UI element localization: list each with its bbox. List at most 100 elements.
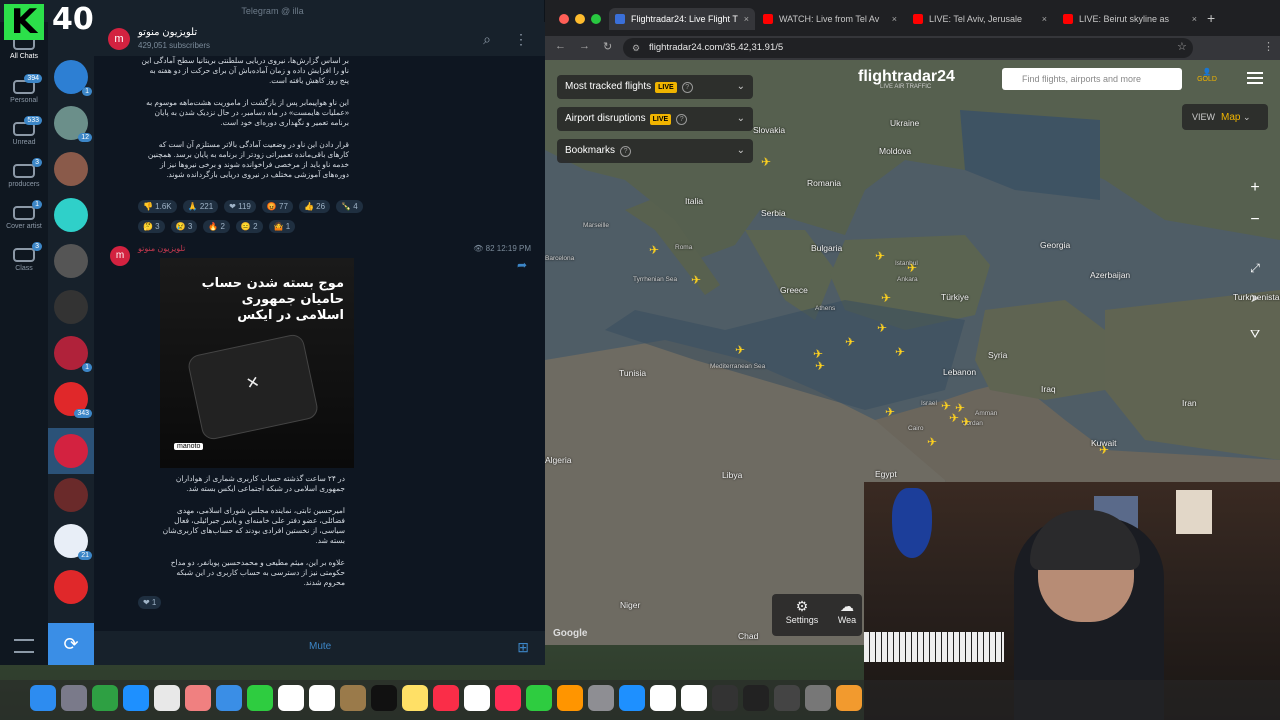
close-tab-icon[interactable]: × <box>744 8 749 30</box>
zoom-out-icon[interactable]: − <box>1243 208 1267 232</box>
gift-icon[interactable]: ⊞ <box>517 639 529 656</box>
aircraft-icon[interactable]: ✈ <box>845 336 855 348</box>
app-icon[interactable] <box>92 685 118 711</box>
help-icon[interactable]: ? <box>676 114 688 125</box>
more-icon[interactable]: ⋮ <box>513 31 529 47</box>
folder-class[interactable]: 3 Class <box>0 242 48 272</box>
apple-tv-icon[interactable] <box>371 685 397 711</box>
airport-disruptions-panel[interactable]: Airport disruptions LIVE? ⌄ <box>557 107 753 131</box>
safari-icon[interactable] <box>123 685 149 711</box>
refresh-icon[interactable]: ⟳ <box>48 623 94 665</box>
freeform-icon[interactable] <box>309 685 335 711</box>
post-image[interactable]: موج بسته شدن حساب حامیان جمهوری اسلامی د… <box>160 258 354 468</box>
reaction-chip[interactable]: 🤔 3 <box>138 220 165 233</box>
channel-header[interactable]: m تلویزیون منوتو 429,051 subscribers ⌕ ⋮ <box>94 22 545 56</box>
url-field[interactable]: ⚙ flightradar24.com/35.42,31.91/5 <box>623 38 1193 58</box>
app-icon[interactable] <box>836 685 862 711</box>
chat-avatar[interactable]: 343 <box>54 382 92 418</box>
numbers-icon[interactable] <box>526 685 552 711</box>
chat-avatar[interactable] <box>54 198 88 232</box>
post-author[interactable]: تلویزیون منوتو <box>138 244 185 253</box>
settings-sliders-icon[interactable] <box>14 639 34 653</box>
chat-avatar[interactable]: 12 <box>54 106 92 142</box>
mute-button[interactable]: Mute <box>309 641 331 652</box>
post-author-avatar[interactable]: m <box>110 246 130 266</box>
aircraft-icon[interactable]: ✈ <box>1099 444 1109 456</box>
aircraft-icon[interactable]: ✈ <box>907 262 917 274</box>
forward-icon[interactable]: → <box>579 40 590 52</box>
bookmarks-panel[interactable]: Bookmarks? ⌄ <box>557 139 753 163</box>
most-tracked-panel[interactable]: Most tracked flights LIVE? ⌄ <box>557 75 753 99</box>
settings-button[interactable]: ⚙ Settings <box>782 598 822 625</box>
reaction-chip[interactable]: 🙏 221 <box>182 200 219 213</box>
aircraft-icon[interactable]: ✈ <box>877 322 887 334</box>
reaction-chip[interactable]: 👎 1.6K <box>138 200 177 213</box>
aircraft-icon[interactable]: ✈ <box>927 436 937 448</box>
chat-avatar[interactable] <box>54 244 88 278</box>
aircraft-icon[interactable]: ✈ <box>875 250 885 262</box>
monitor-icon[interactable] <box>743 685 769 711</box>
chat-avatar-selected[interactable] <box>48 428 94 474</box>
reaction-chip[interactable]: 😢 3 <box>170 220 198 233</box>
aircraft-icon[interactable]: ✈ <box>895 346 905 358</box>
photos-icon[interactable] <box>185 685 211 711</box>
zoom-window-button[interactable] <box>591 14 601 24</box>
close-window-button[interactable] <box>559 14 569 24</box>
folder-cover-artist[interactable]: 1 Cover artist <box>0 200 48 230</box>
app-store-icon[interactable] <box>619 685 645 711</box>
aircraft-icon[interactable]: ✈ <box>885 406 895 418</box>
chat-avatar[interactable] <box>54 478 88 512</box>
chrome-icon[interactable] <box>154 685 180 711</box>
app-icon[interactable] <box>340 685 366 711</box>
reaction-chip[interactable]: ❤ 1 <box>138 596 162 609</box>
site-info-icon[interactable]: ⚙ <box>632 38 640 58</box>
notion-icon[interactable] <box>650 685 676 711</box>
zoom-in-icon[interactable]: + <box>1243 176 1267 200</box>
reaction-chip[interactable]: 🔥 2 <box>203 220 230 233</box>
reaction-chip[interactable]: ❤ 119 <box>224 200 256 213</box>
chat-avatar[interactable]: 21 <box>54 524 92 560</box>
tab-flightradar[interactable]: Flightradar24: Live Flight T × <box>609 8 755 30</box>
hamburger-menu-icon[interactable] <box>1247 72 1263 84</box>
flight-search-input[interactable]: Find flights, airports and more <box>1002 68 1182 90</box>
facetime-icon[interactable] <box>247 685 273 711</box>
calendar-icon[interactable] <box>681 685 707 711</box>
unity-icon[interactable] <box>774 685 800 711</box>
folder-unread[interactable]: 533 Unread <box>0 116 48 146</box>
logic-icon[interactable] <box>712 685 738 711</box>
close-tab-icon[interactable]: × <box>1192 8 1197 30</box>
back-icon[interactable]: ← <box>555 40 566 52</box>
aircraft-icon[interactable]: ✈ <box>649 244 659 256</box>
help-icon[interactable]: ? <box>620 146 632 157</box>
chat-avatar[interactable] <box>54 570 88 604</box>
fullscreen-icon[interactable]: ⤢ <box>1243 256 1267 280</box>
folder-personal[interactable]: 394 Personal <box>0 74 48 104</box>
chat-avatar[interactable] <box>54 290 88 324</box>
close-tab-icon[interactable]: × <box>1042 8 1047 30</box>
chat-avatar[interactable] <box>54 152 88 186</box>
reaction-chip[interactable]: 🍾 4 <box>336 200 363 213</box>
browser-menu-icon[interactable]: ⋮ <box>1263 40 1274 53</box>
tab-youtube[interactable]: LIVE: Beirut skyline as × <box>1057 8 1203 30</box>
messages-icon[interactable] <box>278 685 304 711</box>
gold-account-button[interactable]: 👤 GOLD <box>1197 68 1217 83</box>
reaction-chip[interactable]: 😑 2 <box>235 220 263 233</box>
aircraft-icon[interactable]: ✈ <box>949 412 959 424</box>
minimize-window-button[interactable] <box>575 14 585 24</box>
music-icon[interactable] <box>433 685 459 711</box>
reaction-chip[interactable]: 😡 77 <box>261 200 293 213</box>
folder-producers[interactable]: 3 producers <box>0 158 48 188</box>
pages-icon[interactable] <box>557 685 583 711</box>
reaction-chip[interactable]: 👍 26 <box>298 200 331 213</box>
chat-avatar[interactable]: 1 <box>54 60 92 96</box>
aircraft-icon[interactable]: ✈ <box>761 156 771 168</box>
launchpad-icon[interactable] <box>61 685 87 711</box>
finder-icon[interactable] <box>30 685 56 711</box>
help-icon[interactable]: ? <box>681 82 693 93</box>
aircraft-icon[interactable]: ✈ <box>691 274 701 286</box>
news-icon[interactable] <box>495 685 521 711</box>
share-icon[interactable]: ➦ <box>517 258 527 272</box>
search-icon[interactable]: ⌕ <box>479 31 495 47</box>
new-tab-icon[interactable]: + <box>1207 10 1215 26</box>
flightradar-logo[interactable]: flightradar24 LIVE AIR TRAFFIC <box>858 68 955 90</box>
